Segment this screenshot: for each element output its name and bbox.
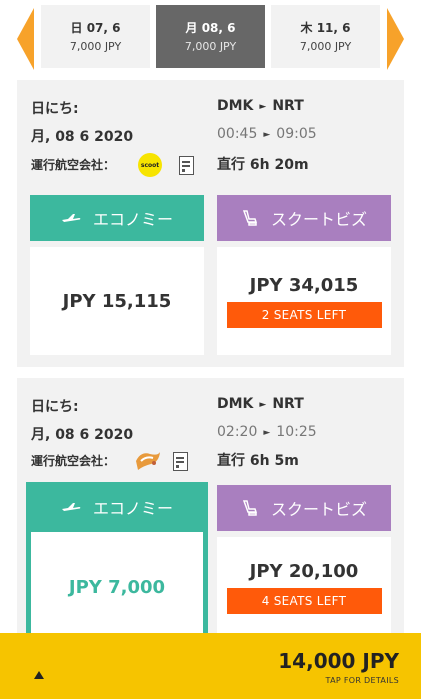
date-tab-price: 7,000 JPY xyxy=(184,39,237,53)
business-price: JPY 20,100 xyxy=(249,560,359,582)
economy-fare-option-selected[interactable]: エコノミー JPY 7,000 xyxy=(26,482,208,642)
route-from: DMK xyxy=(217,396,254,412)
flight-times: 00:45 ► 09:05 xyxy=(217,126,317,142)
tap-for-details[interactable]: TAP FOR DETAILS xyxy=(326,676,399,685)
arrival-time: 09:05 xyxy=(276,126,317,142)
airline-label: 運行航空会社： xyxy=(31,158,116,172)
date-tab-label: 日 07, 6 xyxy=(70,20,121,35)
business-price: JPY 34,015 xyxy=(249,274,359,296)
business-fare-option[interactable]: JPY 20,100 4 SEATS LEFT xyxy=(217,537,391,637)
date-tab-label: 月 08, 6 xyxy=(185,20,236,35)
flight-times: 02:20 ► 10:25 xyxy=(217,424,317,440)
arrow-right-icon: ► xyxy=(259,102,267,112)
seat-icon xyxy=(241,499,259,517)
arrow-right-icon: ► xyxy=(259,400,267,410)
departure-time: 00:45 xyxy=(217,126,258,142)
seats-left-badge: 4 SEATS LEFT xyxy=(226,587,382,614)
scoot-logo-icon: scoot xyxy=(138,153,162,177)
seat-icon xyxy=(241,209,259,227)
duration: 直行 6h 20m xyxy=(217,157,309,173)
price-summary-bar[interactable]: 14,000 JPY TAP FOR DETAILS xyxy=(0,633,421,699)
date-label: 日にち: xyxy=(31,399,79,415)
business-fare-header[interactable]: スクートビズ xyxy=(217,195,391,241)
airplane-icon xyxy=(61,501,81,513)
route-from: DMK xyxy=(217,98,254,114)
document-icon[interactable] xyxy=(179,156,194,175)
seats-left-badge: 2 SEATS LEFT xyxy=(226,301,382,328)
triangle-up-icon[interactable] xyxy=(34,671,44,679)
airline-label: 運行航空会社： xyxy=(31,454,116,468)
chevron-left-icon[interactable] xyxy=(17,8,34,70)
date-tab-mon-08[interactable]: 月 08, 6 7,000 JPY xyxy=(156,5,265,68)
airline-logo-icon xyxy=(133,448,163,472)
arrow-right-icon: ► xyxy=(263,130,271,140)
route-to: NRT xyxy=(272,98,304,114)
date-tab-thu-11[interactable]: 木 11, 6 7,000 JPY xyxy=(271,5,380,68)
date-value: 月, 08 6 2020 xyxy=(31,427,134,443)
economy-price: JPY 15,115 xyxy=(62,290,172,312)
economy-label: エコノミー xyxy=(92,210,173,229)
economy-fare-body[interactable]: JPY 7,000 xyxy=(31,532,203,642)
total-price: 14,000 JPY xyxy=(278,649,399,673)
scoot-logo-text: scoot xyxy=(140,161,160,169)
economy-fare-header[interactable]: エコノミー xyxy=(30,195,204,241)
route: DMK ► NRT xyxy=(217,98,304,114)
route-to: NRT xyxy=(272,396,304,412)
date-tab-sun-07[interactable]: 日 07, 6 7,000 JPY xyxy=(41,5,150,68)
flight-card: 日にち: 月, 08 6 2020 運行航空会社： scoot DMK ► NRT … xyxy=(17,80,404,367)
date-tab-label: 木 11, 6 xyxy=(300,20,351,35)
arrival-time: 10:25 xyxy=(276,424,317,440)
business-label: スクートビズ xyxy=(270,500,367,519)
chevron-right-icon[interactable] xyxy=(387,8,404,70)
date-label: 日にち: xyxy=(31,101,79,117)
business-fare-header[interactable]: スクートビズ xyxy=(217,485,391,531)
economy-fare-option[interactable]: JPY 15,115 xyxy=(30,247,204,355)
date-value: 月, 08 6 2020 xyxy=(31,129,134,145)
departure-time: 02:20 xyxy=(217,424,258,440)
economy-fare-header[interactable]: エコノミー xyxy=(26,482,208,532)
duration: 直行 6h 5m xyxy=(217,453,299,469)
business-fare-option[interactable]: JPY 34,015 2 SEATS LEFT xyxy=(217,247,391,355)
date-tab-price: 7,000 JPY xyxy=(299,39,352,53)
airplane-icon xyxy=(61,212,81,224)
business-label: スクートビズ xyxy=(270,210,367,229)
economy-price: JPY 7,000 xyxy=(68,576,166,598)
date-strip: 日 07, 6 7,000 JPY 月 08, 6 7,000 JPY 木 11… xyxy=(0,0,421,72)
date-tab-price: 7,000 JPY xyxy=(69,39,122,53)
arrow-right-icon: ► xyxy=(263,428,271,438)
route: DMK ► NRT xyxy=(217,396,304,412)
document-icon[interactable] xyxy=(173,452,188,471)
economy-label: エコノミー xyxy=(92,499,173,518)
